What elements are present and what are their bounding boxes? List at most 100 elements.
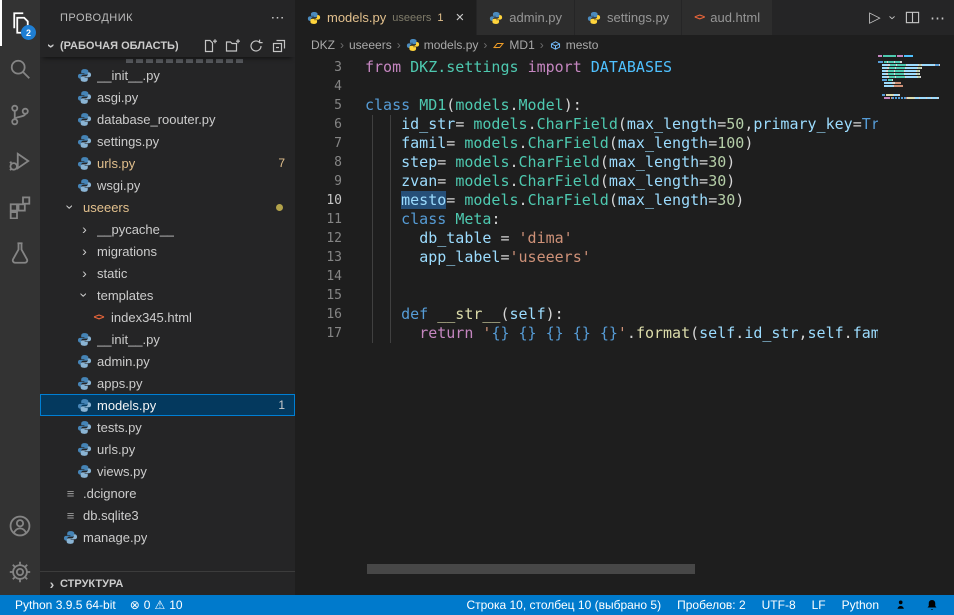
line-number[interactable]: 3: [295, 58, 342, 77]
line-number[interactable]: 15: [295, 286, 342, 305]
tree-item-settings.py[interactable]: settings.py: [40, 130, 295, 152]
activity-item-explorer[interactable]: 2: [0, 0, 40, 46]
tree-folder-templates[interactable]: ›templates: [40, 284, 295, 306]
cursor-position-status[interactable]: Строка 10, столбец 10 (выбрано 5): [461, 598, 666, 612]
python-file-icon: [77, 398, 92, 413]
tab-settings.py[interactable]: settings.py: [575, 0, 682, 35]
minimap[interactable]: [878, 55, 944, 563]
activity-item-search[interactable]: [0, 46, 40, 92]
tree-item-label: apps.py: [97, 376, 143, 391]
code-line[interactable]: 15: [295, 286, 878, 305]
language-mode-status[interactable]: Python: [837, 598, 884, 612]
new-file-icon[interactable]: [200, 36, 220, 56]
line-number[interactable]: 5: [295, 96, 342, 115]
code-line[interactable]: 9 zvan= models.CharField(max_length=30): [295, 172, 878, 191]
code-line[interactable]: 10 mesto= models.CharField(max_length=30…: [295, 191, 878, 210]
code-line[interactable]: 16 def __str__(self):: [295, 305, 878, 324]
activity-item-extensions[interactable]: [0, 184, 40, 230]
tree-item-__init__.py[interactable]: __init__.py: [40, 64, 295, 86]
tree-item-database_roouter.py[interactable]: database_roouter.py: [40, 108, 295, 130]
code-line[interactable]: 8 step= models.CharField(max_length=30): [295, 153, 878, 172]
line-number[interactable]: 6: [295, 115, 342, 134]
more-actions-icon[interactable]: ⋯: [271, 9, 286, 26]
tab-aud.html[interactable]: <>aud.html: [682, 0, 773, 35]
collapse-all-icon[interactable]: [269, 36, 289, 56]
tree-item-models.py[interactable]: models.py1: [40, 394, 295, 416]
code-line[interactable]: 17 return '{} {} {} {} {}'.format(self.i…: [295, 324, 878, 343]
code-line[interactable]: 7 famil= models.CharField(max_length=100…: [295, 134, 878, 153]
tree-item-tests.py[interactable]: tests.py: [40, 416, 295, 438]
close-icon[interactable]: ×: [456, 10, 465, 25]
code-token: [365, 305, 401, 323]
refresh-icon[interactable]: [246, 36, 266, 56]
line-number[interactable]: 11: [295, 210, 342, 229]
code-line[interactable]: 6 id_str= models.CharField(max_length=50…: [295, 115, 878, 134]
tree-folder-migrations[interactable]: ›migrations: [40, 240, 295, 262]
code-token: 'dima': [519, 229, 573, 247]
line-number[interactable]: 16: [295, 305, 342, 324]
tree-item-apps.py[interactable]: apps.py: [40, 372, 295, 394]
code-line[interactable]: 4: [295, 77, 878, 96]
tree-item-manage.py[interactable]: manage.py: [40, 526, 295, 548]
breadcrumb-item-DKZ[interactable]: DKZ: [311, 38, 335, 52]
line-number[interactable]: 17: [295, 324, 342, 343]
tree-item-views.py[interactable]: views.py: [40, 460, 295, 482]
run-icon[interactable]: ▷: [869, 10, 881, 25]
code-token: __str__: [437, 305, 500, 323]
horizontal-scrollbar-thumb[interactable]: [367, 564, 695, 574]
line-number[interactable]: 10: [295, 191, 342, 210]
new-folder-icon[interactable]: [223, 36, 243, 56]
code-token: CharField: [528, 191, 609, 209]
tab-admin.py[interactable]: admin.py: [477, 0, 575, 35]
problems-status[interactable]: ⊗ 0 ⚠ 10: [125, 598, 188, 612]
code-line[interactable]: 13 app_label='useeers': [295, 248, 878, 267]
tab-models.py[interactable]: models.pyuseeers1×: [295, 0, 477, 35]
breadcrumb-item-MD1[interactable]: MD1: [492, 38, 534, 52]
activity-item-run-debug[interactable]: [0, 138, 40, 184]
activity-item-settings[interactable]: [0, 549, 40, 595]
tree-item-index345.html[interactable]: <>index345.html: [40, 306, 295, 328]
notifications-bell-icon[interactable]: [920, 598, 944, 612]
line-number[interactable]: 8: [295, 153, 342, 172]
more-actions-icon[interactable]: ⋯: [930, 9, 946, 27]
tree-item-asgi.py[interactable]: asgi.py: [40, 86, 295, 108]
tree-item-.dcignore[interactable]: ≡.dcignore: [40, 482, 295, 504]
tree-item-__init__.py[interactable]: __init__.py: [40, 328, 295, 350]
python-interpreter-status[interactable]: Python 3.9.5 64-bit: [10, 598, 121, 612]
code-line[interactable]: 11 class Meta:: [295, 210, 878, 229]
line-number[interactable]: 9: [295, 172, 342, 191]
eol-status[interactable]: LF: [807, 598, 831, 612]
partially-visible-tree-item[interactable]: [40, 57, 295, 64]
indentation-status[interactable]: Пробелов: 2: [672, 598, 751, 612]
code-line[interactable]: 3from DKZ.settings import DATABASES: [295, 58, 878, 77]
activity-item-source-control[interactable]: [0, 92, 40, 138]
code-line[interactable]: 12 db_table = 'dima': [295, 229, 878, 248]
line-number[interactable]: 14: [295, 267, 342, 286]
code-editor[interactable]: 3from DKZ.settings import DATABASES45cla…: [295, 55, 878, 563]
tree-item-db.sqlite3[interactable]: ≡db.sqlite3: [40, 504, 295, 526]
tree-item-urls.py[interactable]: urls.py7: [40, 152, 295, 174]
breadcrumb-item-mesto[interactable]: mesto: [549, 38, 599, 52]
encoding-status[interactable]: UTF-8: [757, 598, 801, 612]
workspace-section-header[interactable]: › (РАБОЧАЯ ОБЛАСТЬ) ...: [40, 35, 295, 57]
tree-folder-useeers[interactable]: ›useeers: [40, 196, 295, 218]
tree-item-admin.py[interactable]: admin.py: [40, 350, 295, 372]
line-number[interactable]: 12: [295, 229, 342, 248]
activity-item-accounts[interactable]: [0, 503, 40, 549]
tree-item-urls.py[interactable]: urls.py: [40, 438, 295, 460]
breadcrumb-item-useeers[interactable]: useeers: [349, 38, 392, 52]
code-line[interactable]: 5class MD1(models.Model):: [295, 96, 878, 115]
outline-section-header[interactable]: › СТРУКТУРА: [40, 571, 295, 595]
line-number[interactable]: 13: [295, 248, 342, 267]
breadcrumb-item-models.py[interactable]: models.py: [406, 38, 479, 52]
split-editor-icon[interactable]: [905, 10, 920, 25]
activity-item-testing[interactable]: [0, 230, 40, 276]
line-number[interactable]: 7: [295, 134, 342, 153]
code-line[interactable]: 14: [295, 267, 878, 286]
tree-folder-static[interactable]: ›static: [40, 262, 295, 284]
run-dropdown-icon[interactable]: ›: [885, 15, 900, 19]
tree-item-wsgi.py[interactable]: wsgi.py: [40, 174, 295, 196]
tree-folder-__pycache__[interactable]: ›__pycache__: [40, 218, 295, 240]
line-number[interactable]: 4: [295, 77, 342, 96]
feedback-icon[interactable]: [890, 598, 914, 612]
